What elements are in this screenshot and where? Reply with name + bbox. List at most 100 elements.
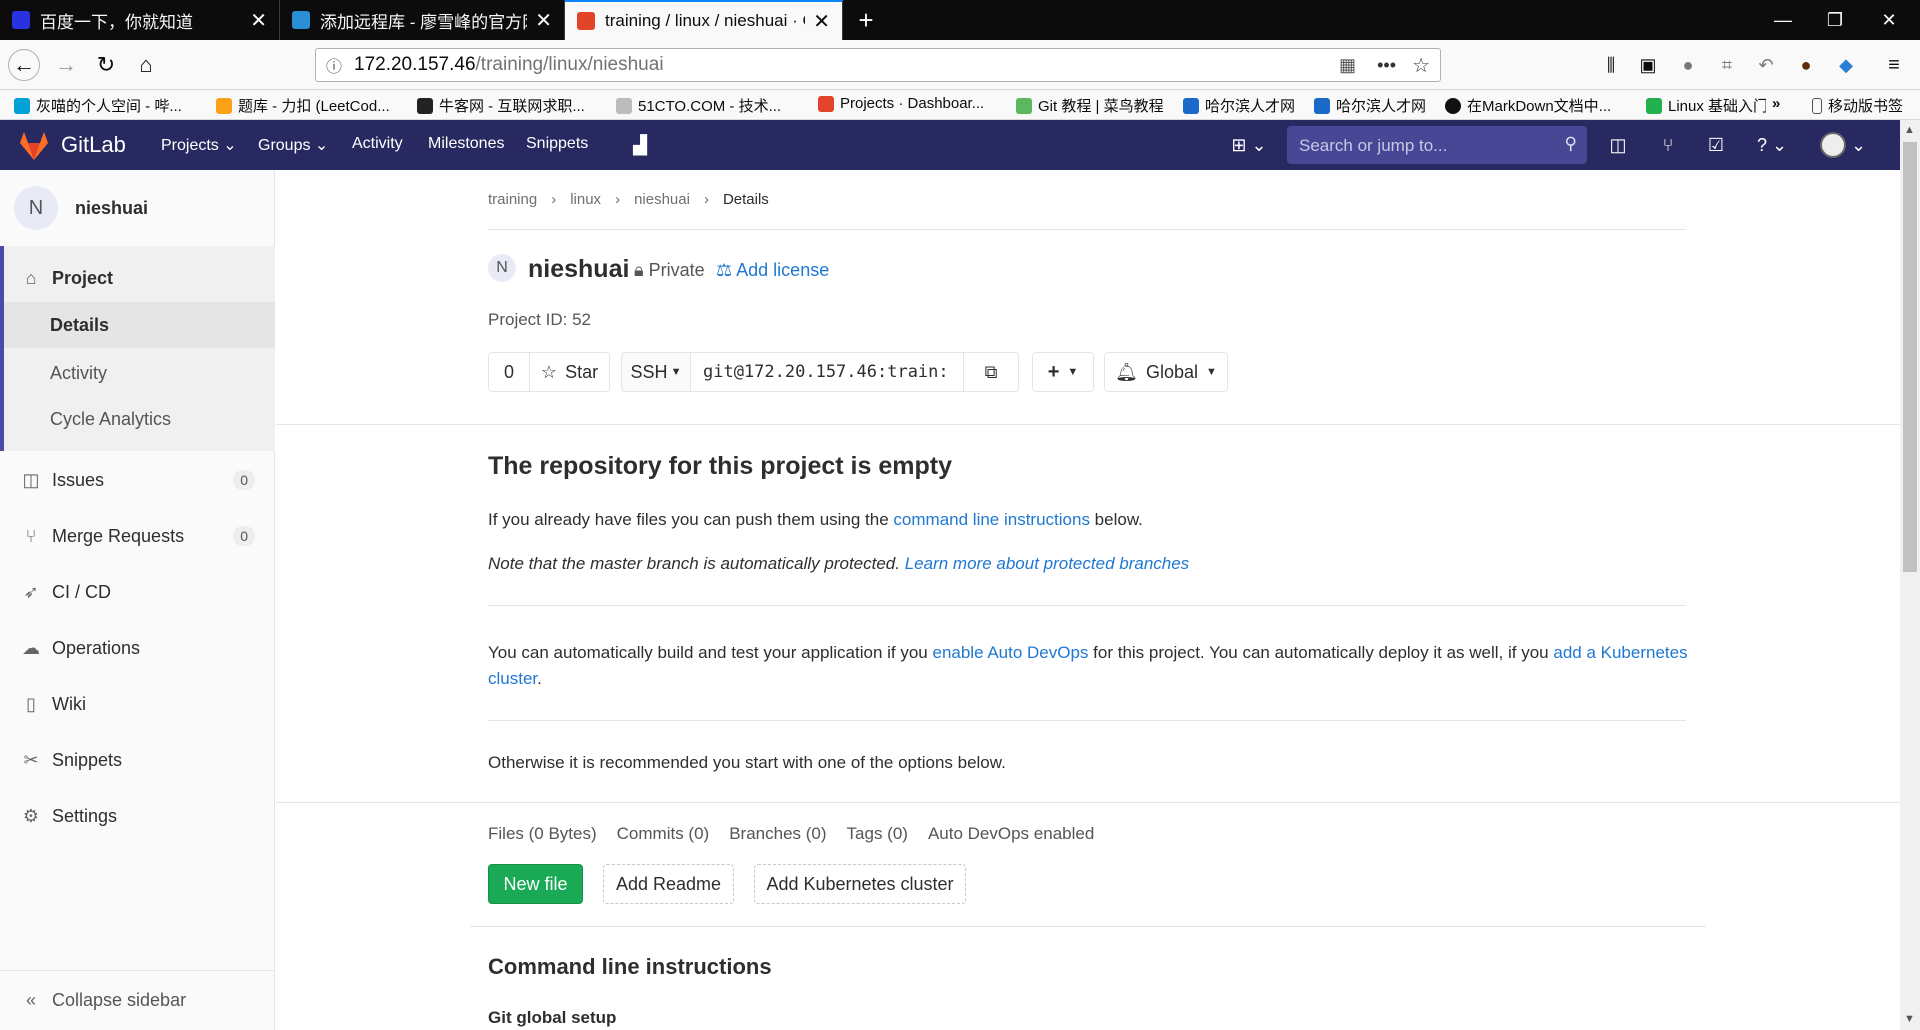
bookmark-item[interactable]: Projects · Dashboar...	[818, 95, 984, 112]
sidebar-item-wiki[interactable]: ▯ Wiki	[0, 686, 275, 722]
chat-extension-icon[interactable]: ●	[1672, 49, 1704, 81]
forward-icon[interactable]: →	[50, 49, 82, 81]
commits-stat[interactable]: Commits (0)	[617, 824, 710, 844]
reload-icon[interactable]: ↻	[90, 49, 122, 81]
sidebar-item-issues[interactable]: ◫ Issues 0	[0, 462, 275, 498]
branches-stat[interactable]: Branches (0)	[729, 824, 826, 844]
close-tab-icon[interactable]: ✕	[535, 8, 552, 33]
sidebar-item-snippets[interactable]: ✂ Snippets	[0, 742, 275, 778]
divider	[276, 424, 1900, 425]
avatar[interactable]: ⌄	[1818, 131, 1868, 159]
info-icon[interactable]: ⓘ	[326, 53, 342, 77]
merge-requests-icon[interactable]: ⑂	[1654, 131, 1682, 159]
command-line-instructions-link[interactable]: command line instructions	[893, 510, 1090, 529]
sidebar-icon[interactable]: ▣	[1632, 49, 1664, 81]
add-readme-button[interactable]: Add Readme	[603, 864, 734, 904]
sidebar-project-name[interactable]: nieshuai	[75, 198, 148, 219]
mobile-bookmarks[interactable]: 移动版书签	[1812, 95, 1903, 116]
close-tab-icon[interactable]: ✕	[813, 9, 830, 34]
sidebar-item-activity[interactable]: Activity	[0, 356, 275, 390]
browser-tab-baidu[interactable]: 百度一下，你就知道 ✕	[0, 0, 280, 40]
bookmark-item[interactable]: Linux 基础入门	[1646, 95, 1766, 116]
clone-url-input[interactable]: git@172.20.157.46:train:	[690, 352, 964, 392]
new-tab-icon[interactable]: +	[843, 0, 889, 40]
leetcode-icon	[216, 97, 232, 114]
extension-avatar-icon[interactable]: ●	[1790, 49, 1822, 81]
nav-milestones[interactable]: Milestones	[428, 135, 504, 153]
gitlab-brand[interactable]: GitLab	[61, 132, 126, 158]
collapse-sidebar-button[interactable]: « Collapse sidebar	[0, 982, 275, 1018]
project-avatar[interactable]: N	[14, 186, 58, 230]
sidebar-item-details[interactable]: Details	[4, 302, 275, 348]
divider	[470, 926, 1706, 927]
add-kubernetes-cluster-button[interactable]: Add Kubernetes cluster	[754, 864, 966, 904]
bookmark-item[interactable]: 哈尔滨人才网	[1183, 95, 1295, 116]
breadcrumb-item[interactable]: linux	[570, 191, 601, 208]
page-scrollbar[interactable]: ▲ ▼	[1900, 120, 1920, 1030]
add-license-link[interactable]: ⚖ Add license	[716, 260, 829, 281]
bookmark-item[interactable]: 在MarkDown文档中...	[1445, 95, 1611, 116]
close-tab-icon[interactable]: ✕	[250, 8, 267, 33]
gitlab-logo-icon[interactable]	[18, 131, 50, 161]
sidebar-item-project[interactable]: ⌂ Project	[0, 264, 275, 292]
menu-icon[interactable]: ≡	[1878, 49, 1910, 81]
scroll-down-icon[interactable]: ▼	[1904, 1013, 1915, 1025]
window-close-icon[interactable]: ✕	[1866, 0, 1912, 40]
new-file-button[interactable]: New file	[488, 864, 583, 904]
nowcoder-icon	[417, 97, 433, 114]
more-bookmarks-icon[interactable]: »	[1772, 95, 1780, 112]
files-stat[interactable]: Files (0 Bytes)	[488, 824, 597, 844]
issues-icon[interactable]: ◫	[1604, 131, 1632, 159]
auto-devops-stat[interactable]: Auto DevOps enabled	[928, 824, 1094, 844]
sidebar-item-operations[interactable]: ☁ Operations	[0, 630, 275, 666]
protocol-dropdown[interactable]: SSH ▼	[621, 352, 691, 392]
sidebar-item-settings[interactable]: ⚙ Settings	[0, 798, 275, 834]
project-id: Project ID: 52	[488, 310, 591, 329]
protected-branches-link[interactable]: Learn more about protected branches	[905, 554, 1189, 573]
bookmark-star-icon[interactable]: ☆	[1412, 53, 1430, 78]
sidebar-item-cycle-analytics[interactable]: Cycle Analytics	[0, 402, 275, 436]
sidebar-item-merge-requests[interactable]: ⑂ Merge Requests 0	[0, 518, 275, 554]
bookmark-item[interactable]: 哈尔滨人才网	[1314, 95, 1426, 116]
enable-auto-devops-link[interactable]: enable Auto DevOps	[932, 643, 1088, 662]
nav-projects[interactable]: Projects ⌄	[161, 135, 237, 155]
page-actions-icon[interactable]: •••	[1377, 55, 1396, 76]
home-icon[interactable]: ⌂	[130, 49, 162, 81]
back-icon[interactable]: ←	[8, 49, 40, 81]
restore-icon[interactable]: ❐	[1812, 0, 1858, 40]
scroll-up-icon[interactable]: ▲	[1904, 124, 1915, 136]
help-icon[interactable]: ? ⌄	[1752, 131, 1792, 159]
browser-tab-gitlab[interactable]: training / linux / nieshuai · GitLab ✕	[565, 0, 843, 40]
browser-tab-liaoxuefeng[interactable]: 添加远程库 - 廖雪峰的官方网站 ✕	[280, 0, 565, 40]
undo-extension-icon[interactable]: ↶	[1750, 49, 1782, 81]
shield-extension-icon[interactable]: ◆	[1830, 49, 1862, 81]
sidebar-item-ci-cd[interactable]: ➶ CI / CD	[0, 574, 275, 610]
bookmark-item[interactable]: 题库 - 力扣 (LeetCod...	[216, 95, 390, 116]
breadcrumb-item[interactable]: nieshuai	[634, 191, 690, 208]
bookmark-item[interactable]: 51CTO.COM - 技术...	[616, 95, 781, 116]
scrollbar-thumb[interactable]	[1903, 142, 1917, 572]
crop-extension-icon[interactable]: ⌗	[1711, 49, 1743, 81]
plus-icon: +	[1047, 360, 1060, 383]
copy-url-button[interactable]: ⧉	[963, 352, 1019, 392]
library-icon[interactable]: ⫼	[1595, 49, 1627, 81]
nav-activity[interactable]: Activity	[352, 135, 403, 153]
nav-snippets[interactable]: Snippets	[526, 135, 588, 153]
nav-groups[interactable]: Groups ⌄	[258, 135, 328, 155]
add-dropdown-button[interactable]: + ▼	[1032, 352, 1094, 392]
url-bar[interactable]: ⓘ 172.20.157.46/training/linux/nieshuai …	[315, 48, 1441, 82]
bookmark-item[interactable]: 灰喵的个人空间 - 哔...	[14, 95, 182, 116]
bookmark-item[interactable]: 牛客网 - 互联网求职...	[417, 95, 585, 116]
todos-icon[interactable]: ☑	[1702, 131, 1730, 159]
breadcrumb-item[interactable]: training	[488, 191, 537, 208]
tags-stat[interactable]: Tags (0)	[847, 824, 908, 844]
star-button[interactable]: ☆ Star	[529, 352, 610, 392]
qrcode-icon[interactable]: ▦	[1339, 55, 1356, 76]
search-input[interactable]: Search or jump to... ⚲	[1287, 126, 1587, 164]
bookmark-item[interactable]: Git 教程 | 菜鸟教程	[1016, 95, 1164, 116]
minimize-icon[interactable]: —	[1760, 0, 1806, 40]
new-dropdown-icon[interactable]: ⊞ ⌄	[1227, 131, 1271, 159]
notification-dropdown[interactable]: 🔔︎ Global ▼	[1104, 352, 1228, 392]
chart-icon[interactable]: ▟	[626, 131, 654, 159]
star-count[interactable]: 0	[488, 352, 530, 392]
